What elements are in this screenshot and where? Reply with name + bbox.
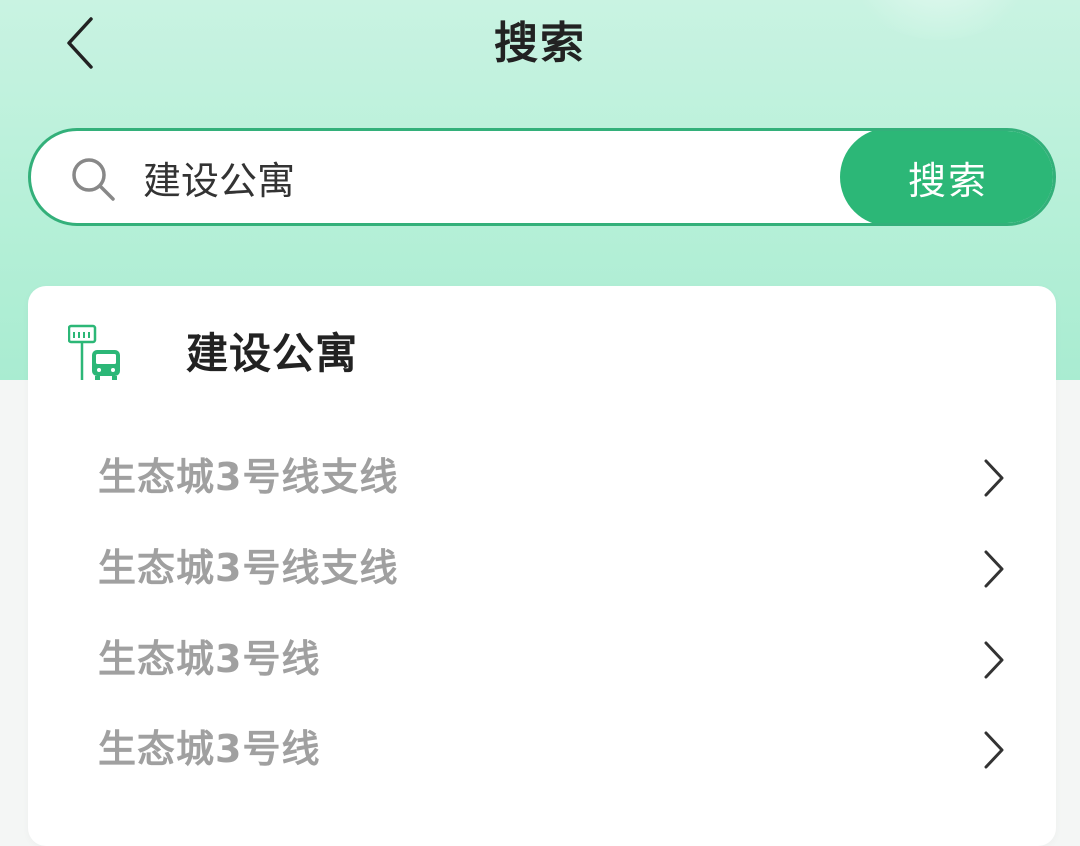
chevron-right-icon <box>984 731 1004 769</box>
route-item[interactable]: 生态城3号线支线 <box>28 432 1056 522</box>
chevron-right-icon <box>984 641 1004 679</box>
route-item[interactable]: 生态城3号线 <box>28 614 1056 704</box>
search-button[interactable]: 搜索 <box>840 131 1053 223</box>
route-label: 生态城3号线支线 <box>98 455 399 499</box>
route-label: 生态城3号线 <box>98 727 321 771</box>
stop-name: 建设公寓 <box>186 329 359 378</box>
search-bar: 搜索 <box>28 128 1056 226</box>
route-item[interactable]: 生态城3号线支线 <box>28 523 1056 613</box>
bus-stop-icon <box>68 324 120 380</box>
chevron-right-icon <box>984 459 1004 497</box>
route-label: 生态城3号线 <box>98 637 321 681</box>
search-input[interactable] <box>143 141 823 213</box>
chevron-right-icon <box>984 550 1004 588</box>
route-label: 生态城3号线支线 <box>98 546 399 590</box>
page-title: 搜索 <box>494 18 586 69</box>
result-card: 建设公寓 生态城3号线支线 生态城3号线支线 生态城3号线 生态城3号线 <box>28 286 1056 846</box>
route-item[interactable]: 生态城3号线 <box>28 704 1056 794</box>
search-icon <box>72 158 115 201</box>
